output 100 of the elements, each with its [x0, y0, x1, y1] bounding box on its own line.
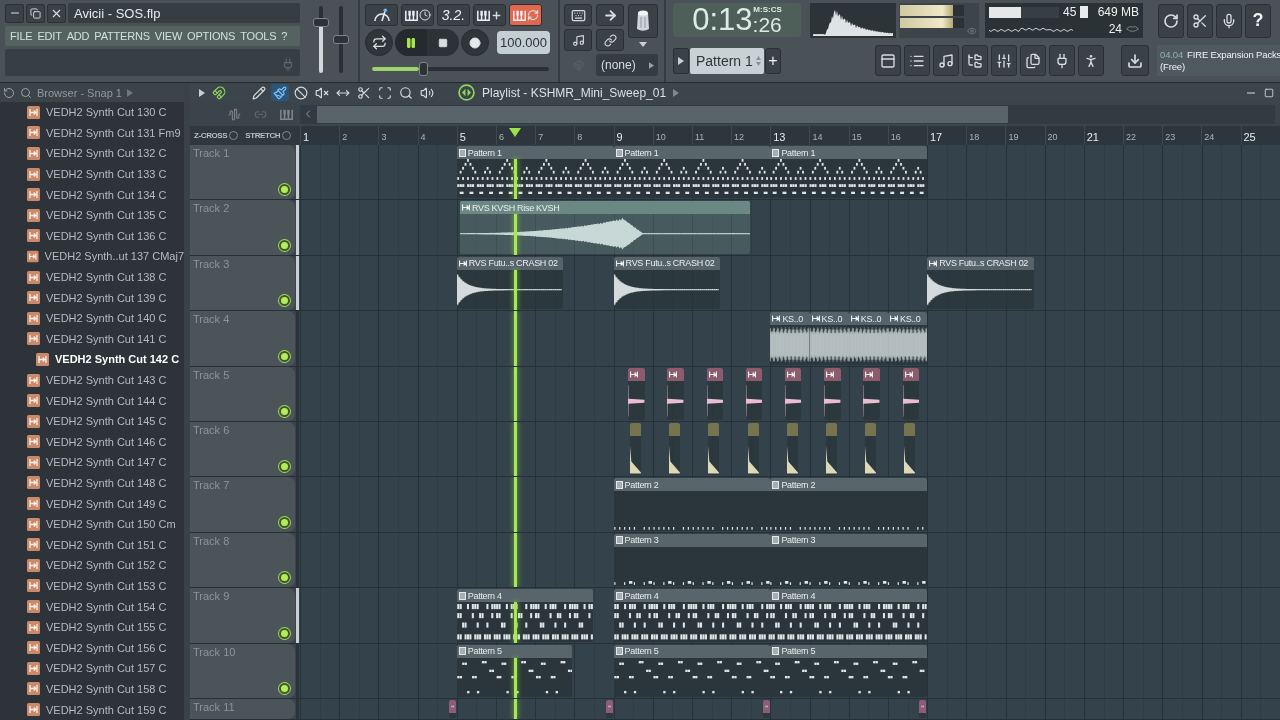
browser-item[interactable]: VEDH2 Synth Cut 142 C	[0, 349, 184, 370]
menu-item[interactable]: PATTERNS	[94, 30, 150, 42]
audio-clip[interactable]: RVS Futu..s CRASH 02	[927, 256, 1034, 310]
record-button[interactable]	[461, 29, 489, 56]
draw-tool[interactable]	[250, 84, 268, 101]
window-button[interactable]	[1078, 45, 1104, 76]
cut-button[interactable]	[1187, 3, 1213, 38]
audio-clip[interactable]	[863, 367, 880, 420]
metronome-button[interactable]	[365, 4, 398, 26]
audio-clip[interactable]: RVS Futu..s CRASH 02	[456, 256, 564, 310]
playlist-icon[interactable]	[458, 84, 475, 101]
audio-clip[interactable]	[865, 422, 877, 476]
audio-clip[interactable]	[630, 422, 642, 476]
refresh-button[interactable]	[1158, 3, 1184, 38]
pattern-clip[interactable]: Pattern 5	[456, 644, 573, 697]
undo-icon[interactable]	[3, 86, 15, 99]
browser-item[interactable]: VEDH2 Synth Cut 144 C	[0, 390, 184, 411]
browser-item[interactable]: VEDH2 Synth Cut 148 C	[0, 472, 184, 494]
close-button[interactable]	[47, 3, 66, 23]
audio-clip[interactable]	[745, 367, 763, 420]
select-tool[interactable]	[376, 84, 394, 101]
loop-mode-button[interactable]	[365, 29, 393, 56]
pattern-selector[interactable]: Pattern 1	[690, 47, 764, 74]
browser-item[interactable]: VEDH2 Synth Cut 151 C	[0, 534, 184, 556]
browser-item[interactable]: VEDH2 Synth Cut 155 C	[0, 616, 184, 638]
window-button[interactable]	[933, 45, 959, 76]
menu-item[interactable]: FILE	[10, 30, 33, 42]
pattern-clip[interactable]: Pattern 4	[613, 589, 771, 642]
browser-item[interactable]: VEDH2 Synth Cut 147 C	[0, 452, 184, 473]
track-led[interactable]	[279, 350, 290, 362]
slider-handle[interactable]	[332, 35, 349, 44]
pattern-clip[interactable]: Pattern 1	[456, 146, 614, 199]
pattern-clip[interactable]: Pattern 3	[613, 533, 771, 587]
tempo-field[interactable]: 100.000	[497, 31, 550, 54]
pattern-clip[interactable]: Pattern 4	[456, 589, 593, 642]
menu-item[interactable]: VIEW	[154, 30, 183, 42]
audio-clip[interactable]: KS..0	[770, 312, 810, 365]
pattern-clip[interactable]: Pattern 1	[613, 146, 771, 199]
magnet-icon[interactable]	[212, 85, 226, 100]
menu-item[interactable]: TOOLS	[240, 30, 277, 42]
arrow-button[interactable]	[596, 4, 624, 26]
audio-clip[interactable]	[667, 367, 684, 420]
track-led[interactable]	[279, 405, 290, 417]
browser-item[interactable]: VEDH2 Synth Cut 149 C	[0, 493, 184, 514]
browser-item[interactable]: VEDH2 Synth..ut 137 CMaj7	[0, 246, 184, 267]
menu-item[interactable]: ?	[281, 30, 288, 42]
add-pattern-button[interactable]: +	[765, 47, 781, 74]
pattern-clip[interactable]: Pattern 2	[770, 478, 928, 531]
browser-item[interactable]: VEDH2 Synth Cut 141 C	[0, 328, 184, 350]
window-button[interactable]	[991, 45, 1017, 76]
piano-keys-icon[interactable]	[280, 108, 293, 120]
track-led[interactable]	[279, 516, 290, 528]
pattern-clip[interactable]: Pattern 2	[613, 478, 771, 531]
browser-item[interactable]: VEDH2 Synth Cut 133 C	[0, 163, 184, 185]
caret-icon[interactable]	[199, 88, 205, 97]
track-led[interactable]	[279, 184, 290, 196]
pattern-clip[interactable]: Pattern 5	[613, 644, 771, 697]
microphone-button[interactable]	[1216, 3, 1242, 38]
track-led[interactable]	[279, 572, 290, 584]
browser-item[interactable]: VEDH2 Synth Cut 159 C	[0, 699, 184, 720]
slider-handle[interactable]	[419, 62, 429, 76]
download-button[interactable]	[1121, 45, 1149, 76]
audio-clip[interactable]	[824, 367, 841, 420]
audio-clip[interactable]: KS..0	[848, 312, 888, 365]
browser-item[interactable]: VEDH2 Synth Cut 131 Fm9	[0, 122, 184, 144]
window-button[interactable]	[962, 45, 988, 76]
browser-item[interactable]: VEDH2 Synth Cut 150 Cm	[0, 513, 184, 535]
browser-item[interactable]: VEDH2 Synth Cut 130 C	[0, 102, 184, 123]
audio-clip[interactable]	[605, 699, 613, 718]
waveform-icon[interactable]	[228, 107, 241, 121]
audio-clip[interactable]	[904, 422, 916, 476]
audio-clip[interactable]: RVS Futu..s CRASH 02	[613, 256, 721, 310]
track-led[interactable]	[279, 682, 290, 694]
maximize-icon[interactable]	[1264, 87, 1274, 98]
menu-item[interactable]: OPTIONS	[187, 30, 236, 42]
browser-item[interactable]: VEDH2 Synth Cut 153 C	[0, 575, 184, 597]
audio-clip[interactable]	[762, 699, 770, 718]
note-button[interactable]	[564, 29, 592, 51]
step-record-button[interactable]	[401, 4, 434, 26]
audio-clip[interactable]	[747, 422, 759, 476]
delete-tool[interactable]	[292, 84, 310, 101]
browser-item[interactable]: VEDH2 Synth Cut 140 C	[0, 307, 184, 329]
paint-tool[interactable]	[271, 84, 289, 101]
slider-handle[interactable]	[312, 18, 329, 28]
browser-item[interactable]: VEDH2 Synth Cut 157 C	[0, 658, 184, 679]
browser-item[interactable]: VEDH2 Synth Cut 139 C	[0, 287, 184, 308]
browser-item[interactable]: VEDH2 Synth Cut 135 C	[0, 204, 184, 226]
track-led[interactable]	[279, 461, 290, 473]
browser-item[interactable]: VEDH2 Synth Cut 146 C	[0, 431, 184, 453]
search-icon[interactable]	[20, 86, 32, 99]
browser-item[interactable]: VEDH2 Synth Cut 158 C	[0, 678, 184, 700]
caret-down-icon[interactable]	[639, 42, 647, 47]
audio-clip[interactable]	[628, 367, 645, 420]
scrollbar-thumb[interactable]	[317, 105, 1008, 123]
metronome-knob-button[interactable]	[628, 4, 658, 38]
audio-clip[interactable]	[706, 367, 723, 420]
typing-keyboard-button[interactable]	[564, 4, 592, 26]
audio-clip[interactable]	[708, 422, 720, 476]
pause-button[interactable]	[395, 29, 427, 56]
audio-clip[interactable]	[448, 699, 456, 718]
